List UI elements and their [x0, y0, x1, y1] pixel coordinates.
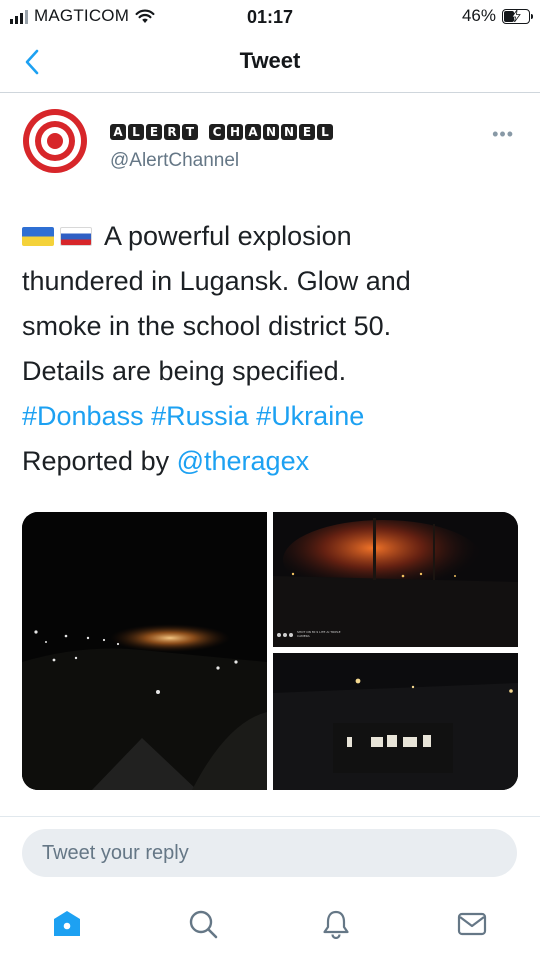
name-space [200, 124, 207, 140]
night-glow-photo [273, 512, 518, 647]
divider [0, 816, 540, 817]
battery-icon [502, 8, 533, 24]
tab-messages[interactable] [452, 904, 492, 944]
tweet-text-line: A powerful explosion [104, 221, 352, 251]
tweet-line-4: Details are being specified. [22, 356, 347, 386]
tab-bar [0, 900, 540, 950]
hashtag-link[interactable]: #Ukraine [256, 401, 364, 431]
tab-search[interactable] [183, 904, 223, 944]
search-icon [189, 910, 218, 939]
photo-2[interactable]: SHOT ON MI 9 LITE AI TRIPLE CAMERA [273, 512, 518, 647]
tweet-line-3: smoke in the school district 50. [22, 311, 392, 341]
tab-home[interactable] [47, 904, 87, 944]
name-letter: A [110, 124, 126, 140]
messages-envelope-icon [457, 912, 487, 936]
tab-notifications[interactable] [316, 904, 356, 944]
name-letter: A [245, 124, 261, 140]
tweet-line-1: A powerful explosion [22, 214, 522, 259]
name-letter: R [164, 124, 180, 140]
name-letter: L [128, 124, 144, 140]
status-bar: MAGTICOM 01:17 46% [0, 0, 540, 34]
name-letter: H [227, 124, 243, 140]
more-options-button[interactable]: ••• [492, 124, 514, 145]
hashtag-link[interactable]: #Donbass [22, 401, 144, 431]
mention-link[interactable]: @theragex [177, 446, 309, 476]
avatar[interactable] [22, 108, 88, 174]
page-title: Tweet [239, 48, 301, 73]
notifications-bell-icon [323, 910, 349, 939]
nav-header: Tweet [0, 34, 540, 93]
reply-input[interactable]: Tweet your reply [22, 829, 517, 877]
night-explosion-photo [22, 512, 267, 790]
display-name[interactable]: ALERTCHANNEL [110, 124, 333, 140]
ukraine-flag-icon [22, 227, 54, 246]
reported-by-label: Reported by [22, 446, 170, 476]
name-letter: E [299, 124, 315, 140]
status-right: 46% [461, 6, 533, 26]
status-time: 01:17 [246, 7, 294, 27]
more-horizontal-icon: ••• [492, 124, 514, 144]
photo-3[interactable] [273, 653, 518, 790]
tweet-text: A powerful explosion thundered in Lugans… [22, 214, 522, 484]
hashtag-link[interactable]: #Russia [151, 401, 249, 431]
hashtag-line: #Donbass #Russia #Ukraine [22, 394, 522, 439]
charging-bolt-icon [511, 9, 521, 22]
name-letter: L [317, 124, 333, 140]
name-letter: T [182, 124, 198, 140]
media-grid: SHOT ON MI 9 LITE AI TRIPLE CAMERA [22, 512, 518, 790]
photo-1[interactable] [22, 512, 267, 790]
russia-flag-icon [60, 227, 92, 246]
camera-watermark: SHOT ON MI 9 LITE AI TRIPLE CAMERA [297, 630, 341, 638]
name-letter: C [209, 124, 225, 140]
home-icon [54, 911, 80, 936]
name-letter: E [146, 124, 162, 140]
name-letter: N [263, 124, 279, 140]
user-handle[interactable]: @AlertChannel [110, 150, 239, 172]
target-logo-icon [23, 109, 87, 173]
night-building-photo [273, 653, 518, 790]
battery-percent: 46% [461, 6, 496, 25]
reported-by-line: Reported by @theragex [22, 439, 522, 484]
tweet-line-2: thundered in Lugansk. Glow and [22, 266, 411, 296]
name-letter: N [281, 124, 297, 140]
